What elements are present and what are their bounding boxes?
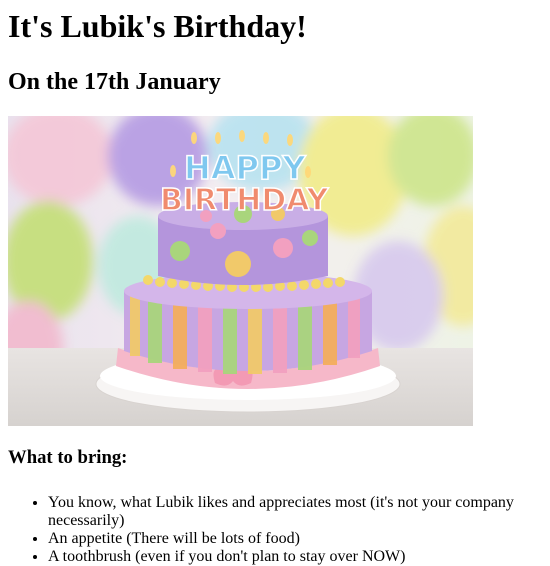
- candle-text-birthday: BIRTHDAY: [160, 183, 330, 218]
- what-to-bring-heading: What to bring:: [8, 447, 128, 468]
- page-title: It's Lubik's Birthday!: [8, 8, 307, 44]
- candle-text-happy: HAPPY: [184, 149, 306, 187]
- page-subtitle: On the 17th January: [8, 69, 221, 95]
- list-item: A toothbrush (even if you don't plan to …: [48, 548, 542, 566]
- birthday-cake-image: HAPPY BIRTHDAY: [8, 116, 473, 426]
- list-item: You know, what Lubik likes and appreciat…: [48, 494, 542, 530]
- page-content: It's Lubik's Birthday! On the 17th Janua…: [0, 0, 550, 566]
- list-item: An appetite (There will be lots of food): [48, 530, 542, 548]
- bring-list: You know, what Lubik likes and appreciat…: [8, 494, 542, 566]
